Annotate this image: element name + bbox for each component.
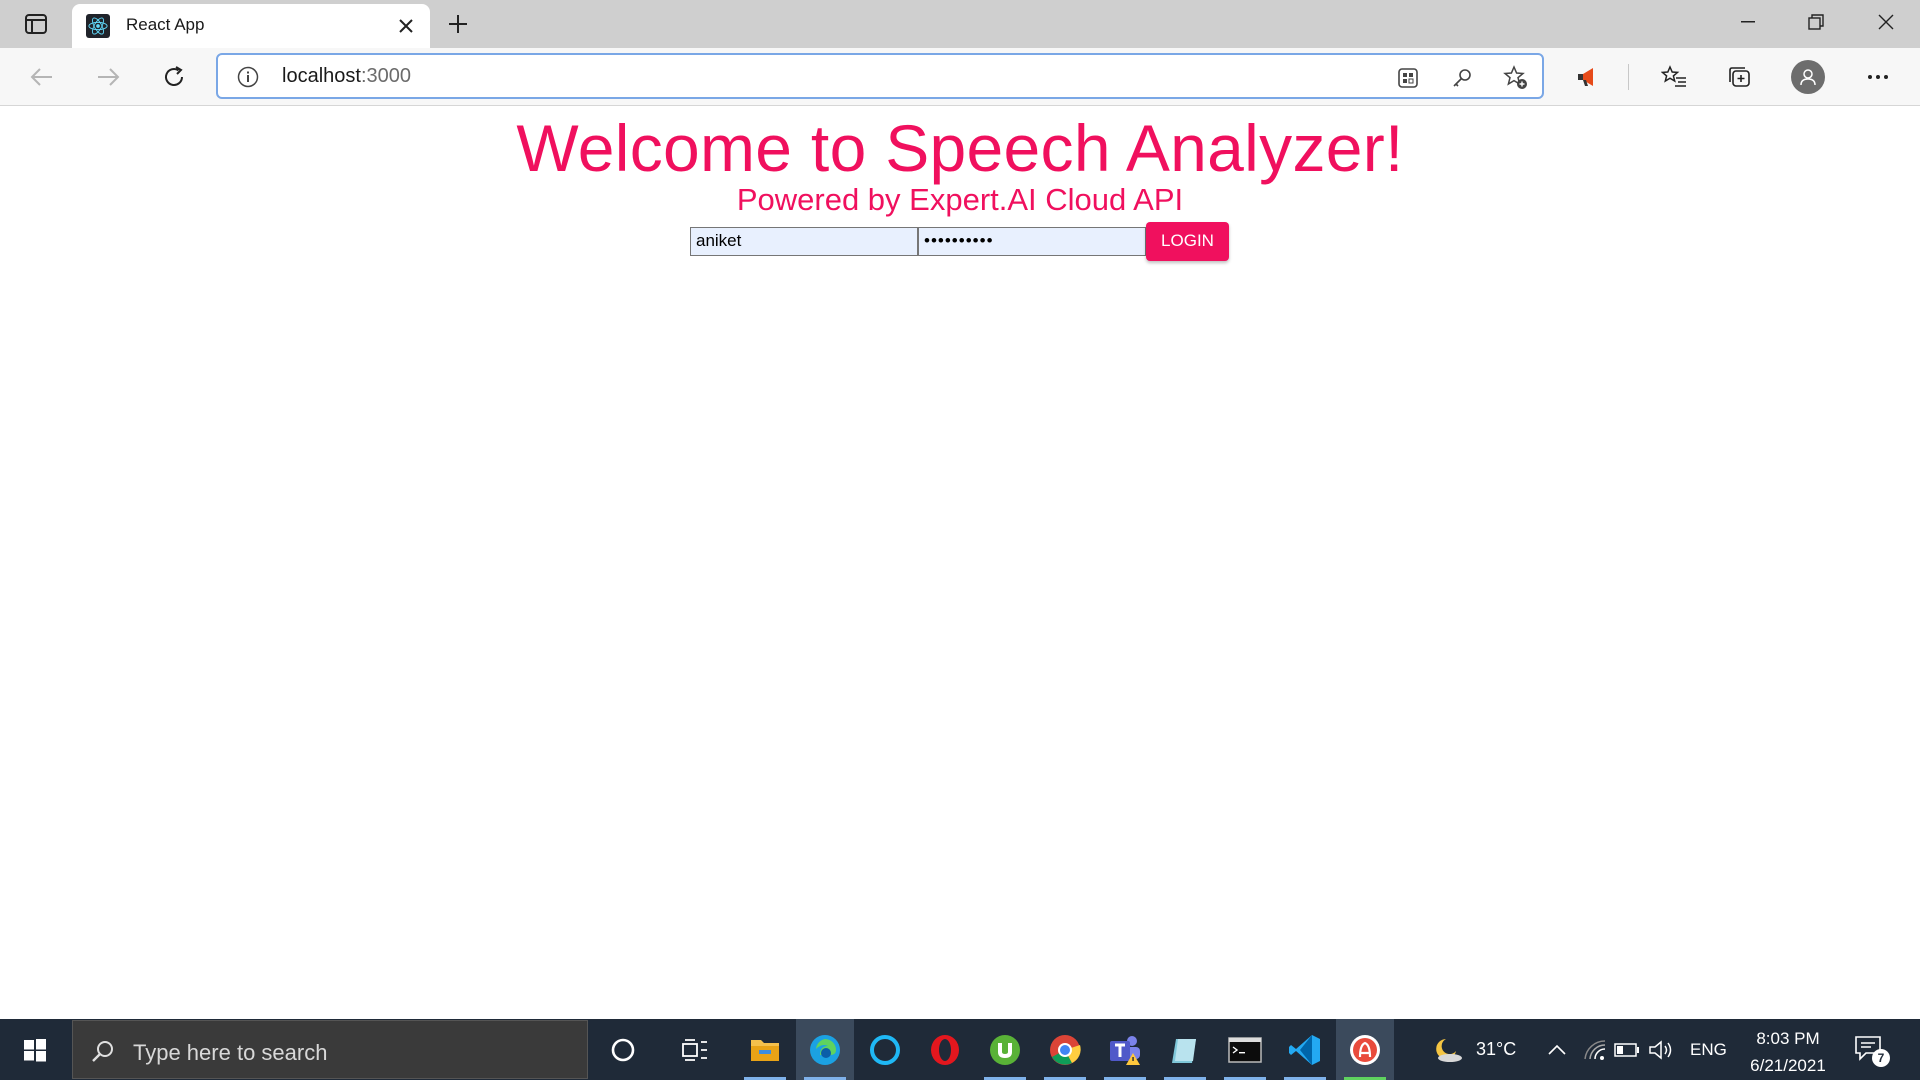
- app-available-icon[interactable]: [1394, 64, 1422, 92]
- search-placeholder: Type here to search: [133, 1040, 328, 1065]
- notification-count-badge: 7: [1872, 1049, 1890, 1067]
- cortana-ring-icon[interactable]: [856, 1019, 914, 1080]
- chrome-icon[interactable]: [1036, 1019, 1094, 1080]
- password-input[interactable]: [918, 226, 1146, 256]
- profile-icon: [1791, 60, 1825, 94]
- opera-icon[interactable]: [916, 1019, 974, 1080]
- favorites-icon[interactable]: [1654, 57, 1694, 97]
- close-tab-icon[interactable]: [392, 12, 420, 40]
- minimize-icon[interactable]: [1714, 0, 1782, 44]
- page-title: Welcome to Speech Analyzer!: [516, 111, 1404, 185]
- url-text: localhost:3000: [282, 65, 411, 88]
- wifi-icon[interactable]: [1582, 1037, 1608, 1063]
- key-icon[interactable]: [1448, 64, 1476, 92]
- restore-icon[interactable]: [1782, 0, 1850, 44]
- browser-toolbar: localhost:3000: [0, 48, 1920, 106]
- profile-avatar[interactable]: [1788, 57, 1828, 97]
- system-clock[interactable]: 8:03 PM 6/21/2021: [1740, 1025, 1836, 1079]
- vscode-icon[interactable]: [1276, 1019, 1334, 1080]
- cortana-icon[interactable]: [594, 1019, 652, 1080]
- megaphone-extension-icon[interactable]: [1568, 57, 1608, 97]
- login-form: LOGIN: [690, 221, 1229, 261]
- tab-title: React App: [126, 15, 205, 34]
- chevron-up-icon[interactable]: [1544, 1037, 1570, 1063]
- react-logo-icon: [86, 14, 110, 38]
- tab-actions-icon[interactable]: [16, 8, 56, 40]
- collections-icon[interactable]: [1720, 57, 1760, 97]
- forward-arrow-icon[interactable]: [88, 57, 128, 97]
- browser-tab-strip: React App: [0, 0, 1920, 48]
- page-content: Welcome to Speech Analyzer! Powered by E…: [0, 107, 1920, 1019]
- action-center-icon[interactable]: 7: [1854, 1035, 1890, 1067]
- weather-moon-icon[interactable]: [1430, 1037, 1466, 1063]
- search-icon: [89, 1037, 117, 1065]
- clock-date: 6/21/2021: [1750, 1056, 1826, 1075]
- back-arrow-icon[interactable]: [22, 57, 62, 97]
- windows-start-icon[interactable]: [0, 1019, 70, 1080]
- volume-icon[interactable]: [1648, 1037, 1674, 1063]
- taskbar-search-box[interactable]: Type here to search: [72, 1020, 588, 1079]
- close-window-icon[interactable]: [1852, 0, 1920, 44]
- task-view-icon[interactable]: [666, 1019, 724, 1080]
- battery-icon[interactable]: [1614, 1037, 1640, 1063]
- toolbar-separator: [1628, 64, 1629, 90]
- browser-tab[interactable]: React App: [72, 4, 430, 48]
- login-button[interactable]: LOGIN: [1146, 221, 1229, 261]
- windows-taskbar: Type here to search 31°C ENG 8:03 PM 6/2…: [0, 1019, 1920, 1080]
- acrobat-icon[interactable]: [1336, 1019, 1394, 1080]
- username-input[interactable]: [690, 226, 918, 256]
- url-port: :3000: [360, 65, 411, 87]
- weather-temperature[interactable]: 31°C: [1476, 1039, 1516, 1060]
- edge-browser-icon[interactable]: [796, 1019, 854, 1080]
- teams-icon[interactable]: [1096, 1019, 1154, 1080]
- site-info-icon[interactable]: [236, 65, 260, 89]
- file-explorer-icon[interactable]: [736, 1019, 794, 1080]
- more-options-icon[interactable]: [1858, 57, 1898, 97]
- url-host: localhost: [282, 65, 361, 87]
- language-indicator[interactable]: ENG: [1690, 1040, 1727, 1060]
- refresh-icon[interactable]: [154, 57, 194, 97]
- new-tab-icon[interactable]: [440, 6, 476, 42]
- address-bar[interactable]: localhost:3000: [216, 53, 1544, 99]
- terminal-icon[interactable]: [1216, 1019, 1274, 1080]
- notes-app-icon[interactable]: [1156, 1019, 1214, 1080]
- add-favorite-icon[interactable]: [1502, 64, 1530, 92]
- page-subtitle: Powered by Expert.AI Cloud API: [736, 182, 1184, 217]
- clock-time: 8:03 PM: [1756, 1029, 1820, 1048]
- utorrent-icon[interactable]: [976, 1019, 1034, 1080]
